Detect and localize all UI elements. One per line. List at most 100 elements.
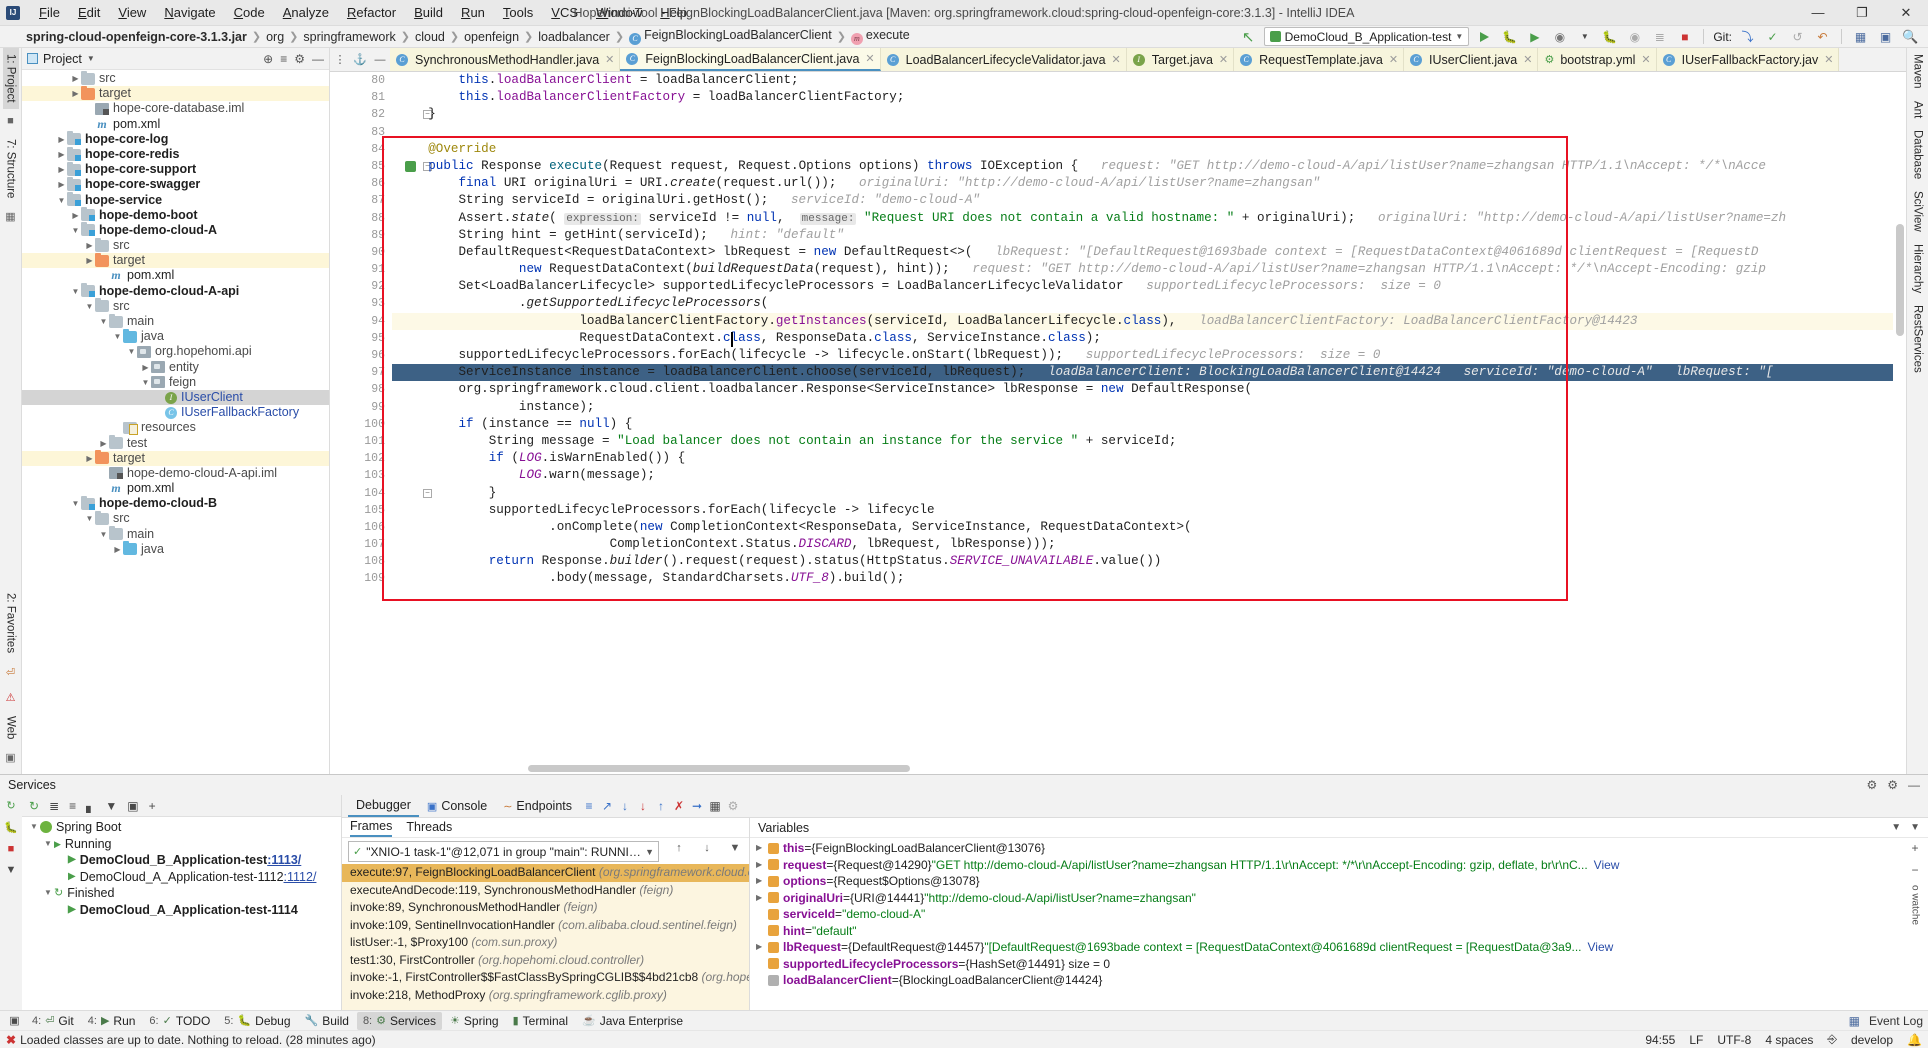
event-log-icon[interactable]: ▦	[1849, 1014, 1860, 1028]
tool-window-button-terminal[interactable]: ▮ Terminal	[507, 1012, 574, 1030]
code-line[interactable]: this.loadBalancerClient = loadBalancerCl…	[392, 72, 1906, 89]
add-watch-icon[interactable]: +	[1911, 841, 1918, 855]
project-tree-item[interactable]: ▼ src	[22, 298, 329, 314]
line-number[interactable]: 92	[330, 278, 392, 295]
variable-row[interactable]: serviceId = "demo-cloud-A"	[750, 906, 1902, 923]
line-number[interactable]: 83	[330, 124, 392, 141]
rail-tab-sciview[interactable]: SciView	[1910, 185, 1926, 238]
step-over-icon[interactable]: ↗	[598, 797, 616, 815]
tree-expand-arrow[interactable]: ▶	[56, 147, 67, 162]
project-tree-item[interactable]: ▼ hope-demo-cloud-A-api	[22, 283, 329, 299]
editor-tab-0[interactable]: C SynchronousMethodHandler.java ✕	[390, 48, 621, 71]
frames-list[interactable]: execute:97, FeignBlockingLoadBalancerCli…	[342, 864, 749, 1010]
tree-expand-arrow[interactable]: ▶	[70, 86, 81, 101]
code-line[interactable]: this.loadBalancerClientFactory = loadBal…	[392, 89, 1906, 106]
tree-expand-arrow[interactable]: ▼	[126, 344, 137, 359]
code-line[interactable]: return Response.builder().request(reques…	[392, 553, 1906, 570]
code-line[interactable]: }	[392, 485, 1906, 502]
camera-icon[interactable]: ▣	[5, 751, 15, 764]
line-number[interactable]: 97	[330, 364, 392, 381]
code-line[interactable]: Assert.state( expression: serviceId != n…	[392, 210, 1906, 227]
locate-file-icon[interactable]: ⊕	[263, 52, 273, 66]
project-tree-item[interactable]: ▶ hope-core-redis	[22, 146, 329, 162]
run-configuration-selector[interactable]: DemoCloud_B_Application-test ▼	[1263, 27, 1470, 46]
tree-expand-arrow[interactable]: ▼	[98, 527, 109, 542]
tree-expand-arrow[interactable]: ▼	[70, 223, 81, 238]
services-item-link[interactable]: :1113/	[267, 852, 301, 869]
project-tree-item[interactable]: ▼ hope-demo-cloud-B	[22, 495, 329, 511]
line-number[interactable]: 109	[330, 570, 392, 587]
line-number[interactable]: 94	[330, 313, 414, 330]
project-tree-item[interactable]: m pom.xml	[22, 481, 329, 496]
code-line[interactable]: loadBalancerClientFactory.getInstances(s…	[392, 312, 1906, 330]
project-tree-item[interactable]: resources	[22, 420, 329, 435]
tree-expand-arrow[interactable]: ▼	[98, 314, 109, 329]
rail-tab-ant[interactable]: Ant	[1910, 95, 1926, 124]
services-tree-item[interactable]: ▼ ↻ Finished	[22, 885, 341, 902]
menu-item-analyze[interactable]: Analyze	[274, 2, 338, 23]
settings-icon[interactable]: ⚙	[724, 797, 742, 815]
step-into-icon[interactable]: ↓	[616, 797, 634, 815]
close-tab-icon[interactable]: ✕	[865, 52, 874, 65]
line-number[interactable]: 105	[330, 502, 392, 519]
force-step-into-icon[interactable]: ↓	[634, 797, 652, 815]
rail-tab-structure[interactable]: 7: Structure	[3, 133, 19, 204]
menu-item-file[interactable]: File	[30, 2, 69, 23]
project-tree-item[interactable]: m pom.xml	[22, 117, 329, 132]
project-tree-item[interactable]: ▶ target	[22, 252, 329, 269]
services-tree-item[interactable]: ▼ Spring Boot	[22, 819, 341, 836]
frame-item[interactable]: invoke:-1, FirstController$$FastClassByS…	[342, 969, 749, 987]
line-number[interactable]: 107	[330, 536, 392, 553]
problems-icon[interactable]: ⚠	[6, 691, 16, 704]
line-number[interactable]: 98	[330, 381, 392, 398]
code-line[interactable]: if (instance == null) {	[392, 416, 1906, 433]
editor-vertical-scrollbar[interactable]	[1893, 72, 1906, 774]
close-tab-icon[interactable]: ✕	[1523, 53, 1532, 66]
tool-window-button-build[interactable]: 🔧 Build	[299, 1012, 355, 1030]
chevron-down-icon[interactable]: ▼	[1575, 27, 1594, 46]
tree-expand-arrow[interactable]: ▶	[84, 238, 95, 253]
code-line[interactable]: final URI originalUri = URI.create(reque…	[392, 175, 1906, 192]
project-tree-item[interactable]: ▼ feign	[22, 375, 329, 390]
project-tree-item[interactable]: ▶ src	[22, 237, 329, 253]
attach-process-button[interactable]: 🐛	[1600, 27, 1619, 46]
variable-row[interactable]: supportedLifecycleProcessors = {HashSet@…	[750, 956, 1902, 973]
step-out-icon[interactable]: ↑	[652, 797, 670, 815]
filter-icon[interactable]: ▼	[730, 842, 741, 854]
project-tree-item[interactable]: ▼ hope-service	[22, 192, 329, 208]
tree-expand-arrow[interactable]: ▶	[56, 162, 67, 177]
git-branch[interactable]: develop	[1851, 1033, 1893, 1047]
breadcrumb-item-0[interactable]: spring-cloud-openfeign-core-3.1.3.jar	[26, 30, 247, 44]
tree-expand-arrow[interactable]: ▼	[70, 496, 81, 511]
line-number[interactable]: 91	[330, 261, 392, 278]
line-number[interactable]: 85−	[330, 158, 432, 175]
tree-expand-arrow[interactable]: ▼	[56, 193, 67, 208]
variable-expand-arrow[interactable]: ▶	[756, 840, 768, 857]
debugger-tab-endpoints[interactable]: ∼ Endpoints	[495, 796, 580, 816]
profile-button[interactable]: ◉	[1550, 27, 1569, 46]
code-line[interactable]: .body(message, StandardCharsets.UTF_8).b…	[392, 570, 1906, 587]
layout-icon[interactable]: ▣	[1876, 27, 1895, 46]
tree-expand-arrow[interactable]: ▼	[42, 885, 54, 902]
expand-all-icon[interactable]: ≣	[49, 799, 59, 813]
pin-icon[interactable]: ⚓	[350, 48, 370, 71]
vcs-update-icon[interactable]: ⤵	[1738, 27, 1757, 46]
move-up-icon[interactable]: ↑	[676, 842, 682, 854]
project-tree-item[interactable]: ▼ org.hopehomi.api	[22, 344, 329, 359]
tree-expand-arrow[interactable]: ▼	[84, 299, 95, 314]
modules-icon[interactable]: ▦	[5, 210, 15, 223]
line-number[interactable]: 80	[330, 72, 392, 89]
editor-tab-2[interactable]: C LoadBalancerLifecycleValidator.java ✕	[880, 48, 1127, 71]
tool-window-button-java-enterprise[interactable]: ☕ Java Enterprise	[576, 1012, 689, 1030]
git-branch-icon[interactable]: ⏎	[6, 666, 15, 679]
variable-row[interactable]: loadBalancerClient = {BlockingLoadBalanc…	[750, 972, 1902, 989]
project-tree-item[interactable]: C IUserFallbackFactory	[22, 405, 329, 420]
breadcrumb-item-4[interactable]: openfeign	[464, 30, 519, 44]
tab-threads[interactable]: Threads	[406, 820, 452, 836]
breadcrumb-item-7[interactable]: m execute	[850, 28, 910, 45]
tree-expand-arrow[interactable]: ▼	[84, 511, 95, 526]
project-tree-item[interactable]: ▼ main	[22, 526, 329, 542]
chevron-down-icon[interactable]: ▼	[1891, 822, 1901, 833]
line-number[interactable]: 87	[330, 192, 392, 209]
code-line[interactable]: String hint = getHint(serviceId); hint: …	[392, 227, 1906, 244]
